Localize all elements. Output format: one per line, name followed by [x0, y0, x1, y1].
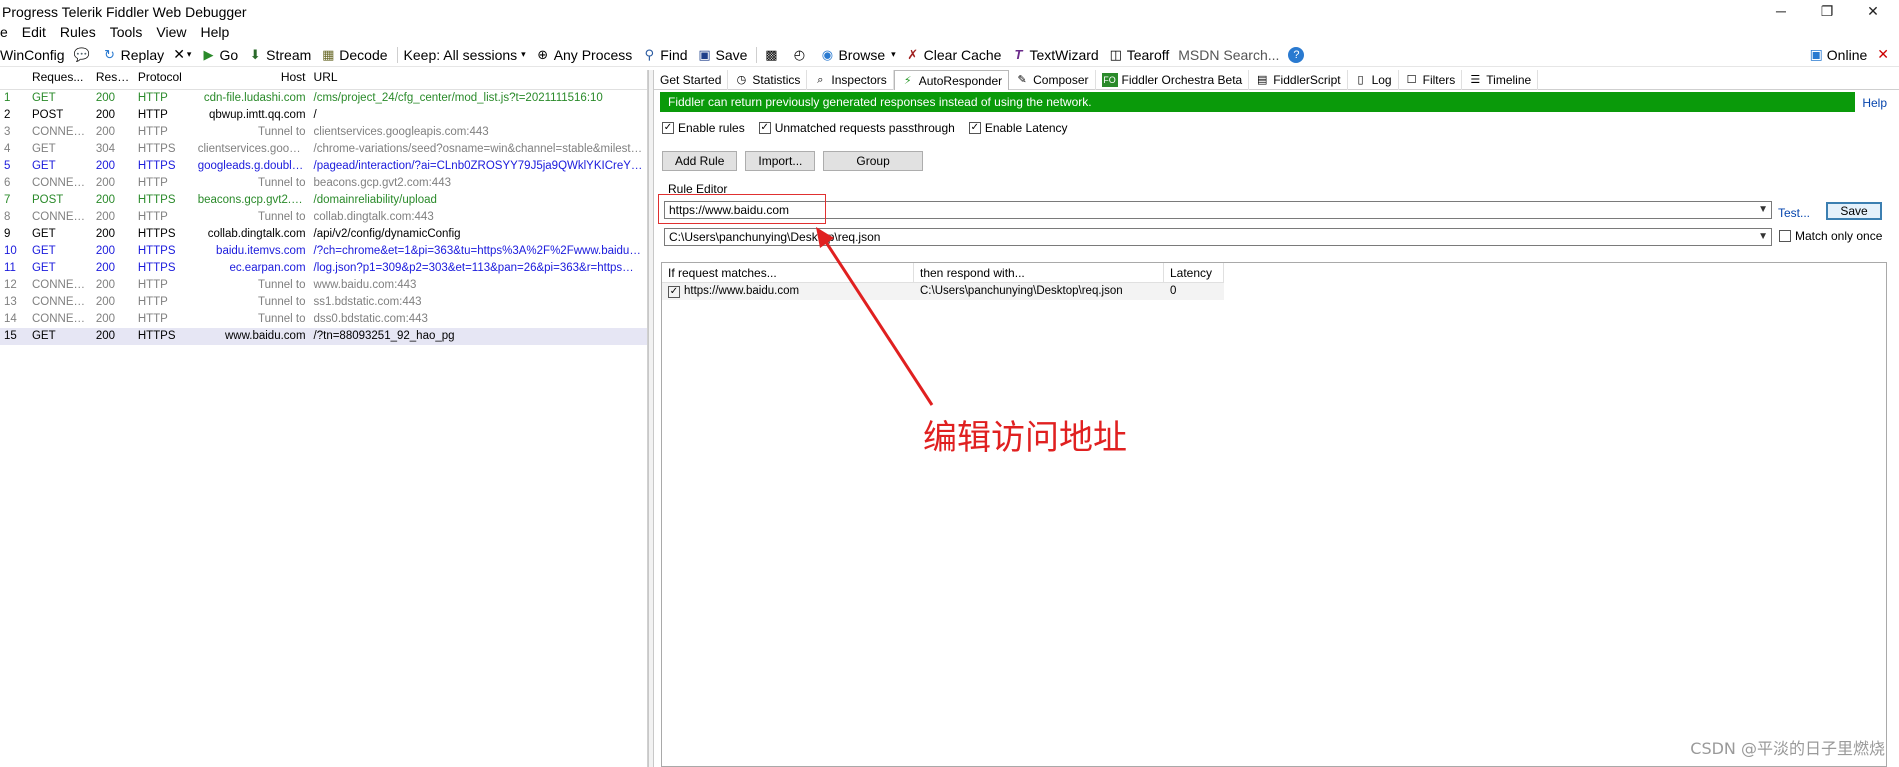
watermark: CSDN @平淡的日子里燃烧 [1690, 739, 1885, 758]
arrow-line [820, 235, 934, 406]
arrow-head [816, 227, 834, 248]
annotation-arrow [816, 227, 934, 406]
annotation-text: 编辑访问地址 [923, 418, 1127, 458]
